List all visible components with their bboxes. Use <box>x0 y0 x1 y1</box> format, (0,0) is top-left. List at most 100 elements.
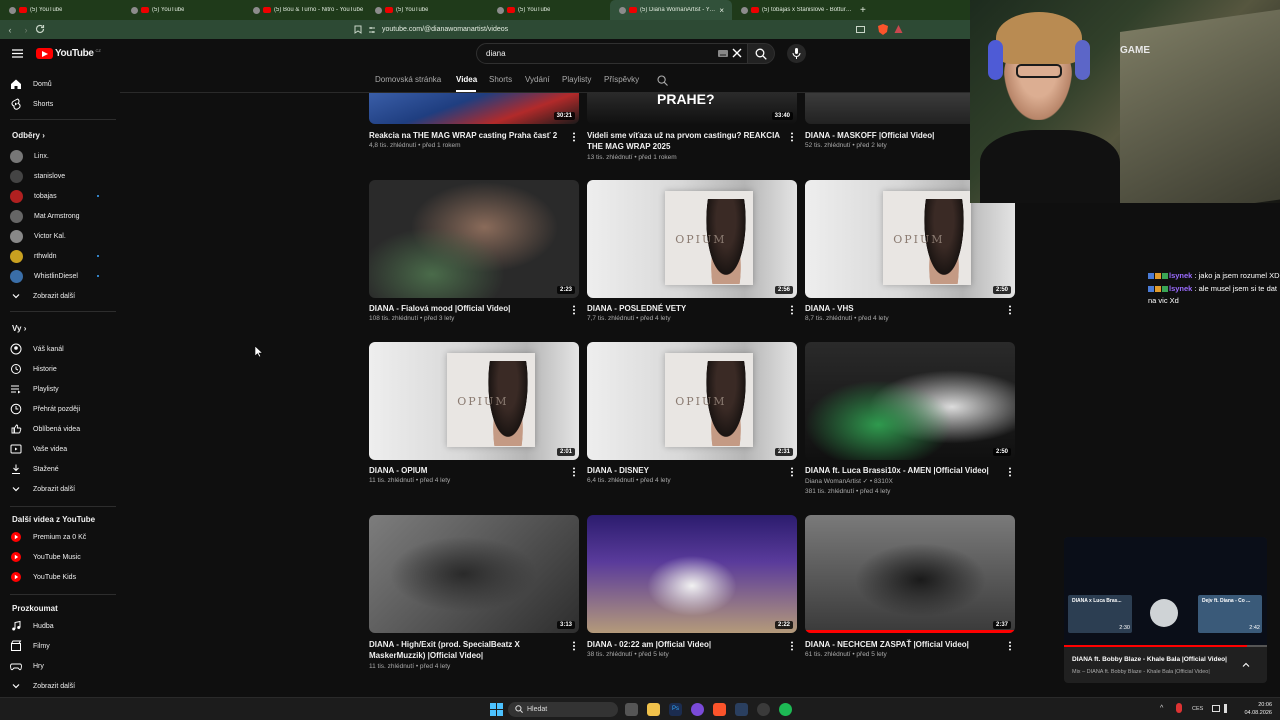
file-explorer-icon[interactable] <box>647 703 660 716</box>
voice-search-button[interactable] <box>787 44 806 63</box>
clock[interactable]: 20:06 04.08.2026 <box>1236 701 1272 717</box>
mic-tray-icon[interactable] <box>1176 703 1182 713</box>
video-title[interactable]: DIANA - POSLEDNÉ VETY <box>587 303 787 314</box>
sidebar-item-playlists[interactable]: Playlisty <box>10 381 59 397</box>
more-options-icon[interactable] <box>572 132 576 142</box>
browser-tab[interactable]: (5) Diana WomanArtist - YouTube× <box>610 0 732 20</box>
browser-tab[interactable]: (5) YouTube <box>488 0 610 20</box>
channel-search-icon[interactable] <box>657 75 668 86</box>
task-view-icon[interactable] <box>625 703 638 716</box>
keyboard-icon[interactable] <box>718 50 728 57</box>
cast-icon[interactable] <box>856 26 865 33</box>
tab-releases[interactable]: Vydání <box>525 75 550 84</box>
video-thumbnail[interactable]: 2:23 <box>369 180 579 298</box>
sidebar-item-gaming[interactable]: Hry <box>10 658 44 674</box>
messenger-icon[interactable] <box>691 703 704 716</box>
video-title[interactable]: Reakcia na THE MAG WRAP casting Praha ča… <box>369 130 569 141</box>
search-input[interactable]: diana <box>476 43 748 64</box>
subscriptions-header[interactable]: Odběry › <box>12 131 45 140</box>
more-options-icon[interactable] <box>1008 641 1012 651</box>
sidebar-item-show-more[interactable]: Zobrazit další <box>10 481 75 497</box>
video-thumbnail[interactable]: OPIUM 2:01 <box>369 342 579 460</box>
more-options-icon[interactable] <box>572 641 576 651</box>
volume-icon[interactable] <box>1224 704 1232 713</box>
language-indicator[interactable]: CES <box>1192 706 1203 712</box>
sidebar-item-downloads[interactable]: Stažené <box>10 461 59 477</box>
brave-shield-icon[interactable] <box>878 24 888 35</box>
miniplayer[interactable]: DIANA x Luca Bras... 2:30 Dejv ft. Diana… <box>1064 537 1267 683</box>
forward-icon[interactable]: › <box>20 24 32 36</box>
video-title[interactable]: DIANA - High/Exit (prod. SpecialBeatz X … <box>369 639 569 661</box>
browser-tab[interactable]: (5) YouTube <box>366 0 488 20</box>
sidebar-item-movies[interactable]: Filmy <box>10 638 50 654</box>
network-icon[interactable] <box>1212 705 1220 712</box>
browser-tab[interactable]: (5) Bou & Turno - Nitro - YouTube <box>244 0 366 20</box>
bookmark-icon[interactable] <box>354 25 362 34</box>
tab-playlists[interactable]: Playlisty <box>562 75 591 84</box>
url-field[interactable]: youtube.com/@dianawomanartist/videos <box>368 22 908 37</box>
mini-left-thumb[interactable]: DIANA x Luca Bras... 2:30 <box>1068 595 1132 633</box>
subscriptions-show-more[interactable]: Zobrazit další <box>10 288 75 304</box>
sidebar-subscription[interactable]: tobajas <box>10 188 100 204</box>
browser-tab[interactable]: (5) tobajas x Stanislove - Bottura ft. L <box>732 0 854 20</box>
tab-shorts[interactable]: Shorts <box>489 75 512 84</box>
mini-right-thumb[interactable]: Dejv ft. Diana - Co ... 2:42 <box>1198 595 1262 633</box>
you-header[interactable]: Vy › <box>12 324 26 333</box>
tab-home[interactable]: Domovská stránka <box>375 75 441 84</box>
more-options-icon[interactable] <box>790 305 794 315</box>
sidebar-subscription[interactable]: Linx. <box>10 148 100 164</box>
youtube-logo[interactable]: YouTube CZ <box>36 48 101 59</box>
sidebar-item-youtube-kids[interactable]: YouTube Kids <box>10 569 76 585</box>
video-title[interactable]: DIANA - OPIUM <box>369 465 569 476</box>
miniplayer-expand-icon[interactable] <box>1242 661 1250 669</box>
spotify-icon[interactable] <box>779 703 792 716</box>
new-tab-icon[interactable]: + <box>860 5 866 16</box>
sidebar-item-youtube-music[interactable]: YouTube Music <box>10 549 81 565</box>
taskbar-search[interactable]: Hledat <box>508 702 618 717</box>
close-tab-icon[interactable]: × <box>719 6 724 15</box>
sidebar-subscription[interactable]: Victor Kal. <box>10 228 100 244</box>
brave-icon[interactable] <box>713 703 726 716</box>
back-icon[interactable]: ‹ <box>4 24 16 36</box>
browser-tab[interactable]: (5) YouTube <box>0 0 122 20</box>
video-thumbnail[interactable]: 2:37 <box>805 515 1015 633</box>
tab-posts[interactable]: Příspěvky <box>604 75 639 84</box>
more-options-icon[interactable] <box>1008 305 1012 315</box>
video-title[interactable]: Videli sme víťaza už na prvom castingu? … <box>587 130 787 152</box>
sidebar-subscription[interactable]: WhistlinDiesel <box>10 268 100 284</box>
sidebar-item-history[interactable]: Historie <box>10 361 57 377</box>
sidebar-item-your-channel[interactable]: Váš kanál <box>10 341 64 357</box>
mini-channel-avatar[interactable] <box>1150 599 1178 627</box>
more-options-icon[interactable] <box>572 305 576 315</box>
more-options-icon[interactable] <box>572 467 576 477</box>
video-title[interactable]: DIANA - DISNEY <box>587 465 787 476</box>
photoshop-icon[interactable]: Ps <box>669 703 682 716</box>
windows-start-icon[interactable] <box>490 703 503 716</box>
video-thumbnail[interactable]: OPIUM 2:56 <box>587 180 797 298</box>
video-thumbnail[interactable]: 3:13 <box>369 515 579 633</box>
menu-icon[interactable] <box>12 49 23 58</box>
obs-icon[interactable] <box>757 703 770 716</box>
sidebar-item-explore-more[interactable]: Zobrazit další <box>10 678 75 694</box>
site-info-icon[interactable] <box>368 26 376 34</box>
sidebar-item-premium[interactable]: Premium za 0 Kč <box>10 529 86 545</box>
mini-progress-track[interactable] <box>1064 645 1267 647</box>
video-thumbnail[interactable]: OPIUM 2:31 <box>587 342 797 460</box>
video-title[interactable]: DIANA - NECHCEM ZASPAŤ |Official Video| <box>805 639 1005 650</box>
tab-videos[interactable]: Videa <box>456 75 477 84</box>
clear-search-icon[interactable] <box>731 47 743 59</box>
sidebar-item-liked[interactable]: Oblíbená videa <box>10 421 80 437</box>
sidebar-item-watch-later[interactable]: Přehrát později <box>10 401 80 417</box>
more-options-icon[interactable] <box>790 641 794 651</box>
sidebar-item-shorts[interactable]: Shorts <box>10 96 53 112</box>
video-title[interactable]: DIANA ft. Luca Brassi10x - AMEN |Officia… <box>805 465 1005 476</box>
sidebar-item-home[interactable]: Domů <box>10 76 52 92</box>
sidebar-subscription[interactable]: Mat Armstrong <box>10 208 100 224</box>
sidebar-item-music[interactable]: Hudba <box>10 618 54 634</box>
steam-icon[interactable] <box>735 703 748 716</box>
more-options-icon[interactable] <box>790 467 794 477</box>
brave-rewards-icon[interactable] <box>894 24 903 34</box>
sidebar-subscription[interactable]: rthwldn <box>10 248 100 264</box>
video-title[interactable]: DIANA - VHS <box>805 303 1005 314</box>
sidebar-item-your-videos[interactable]: Vaše videa <box>10 441 67 457</box>
